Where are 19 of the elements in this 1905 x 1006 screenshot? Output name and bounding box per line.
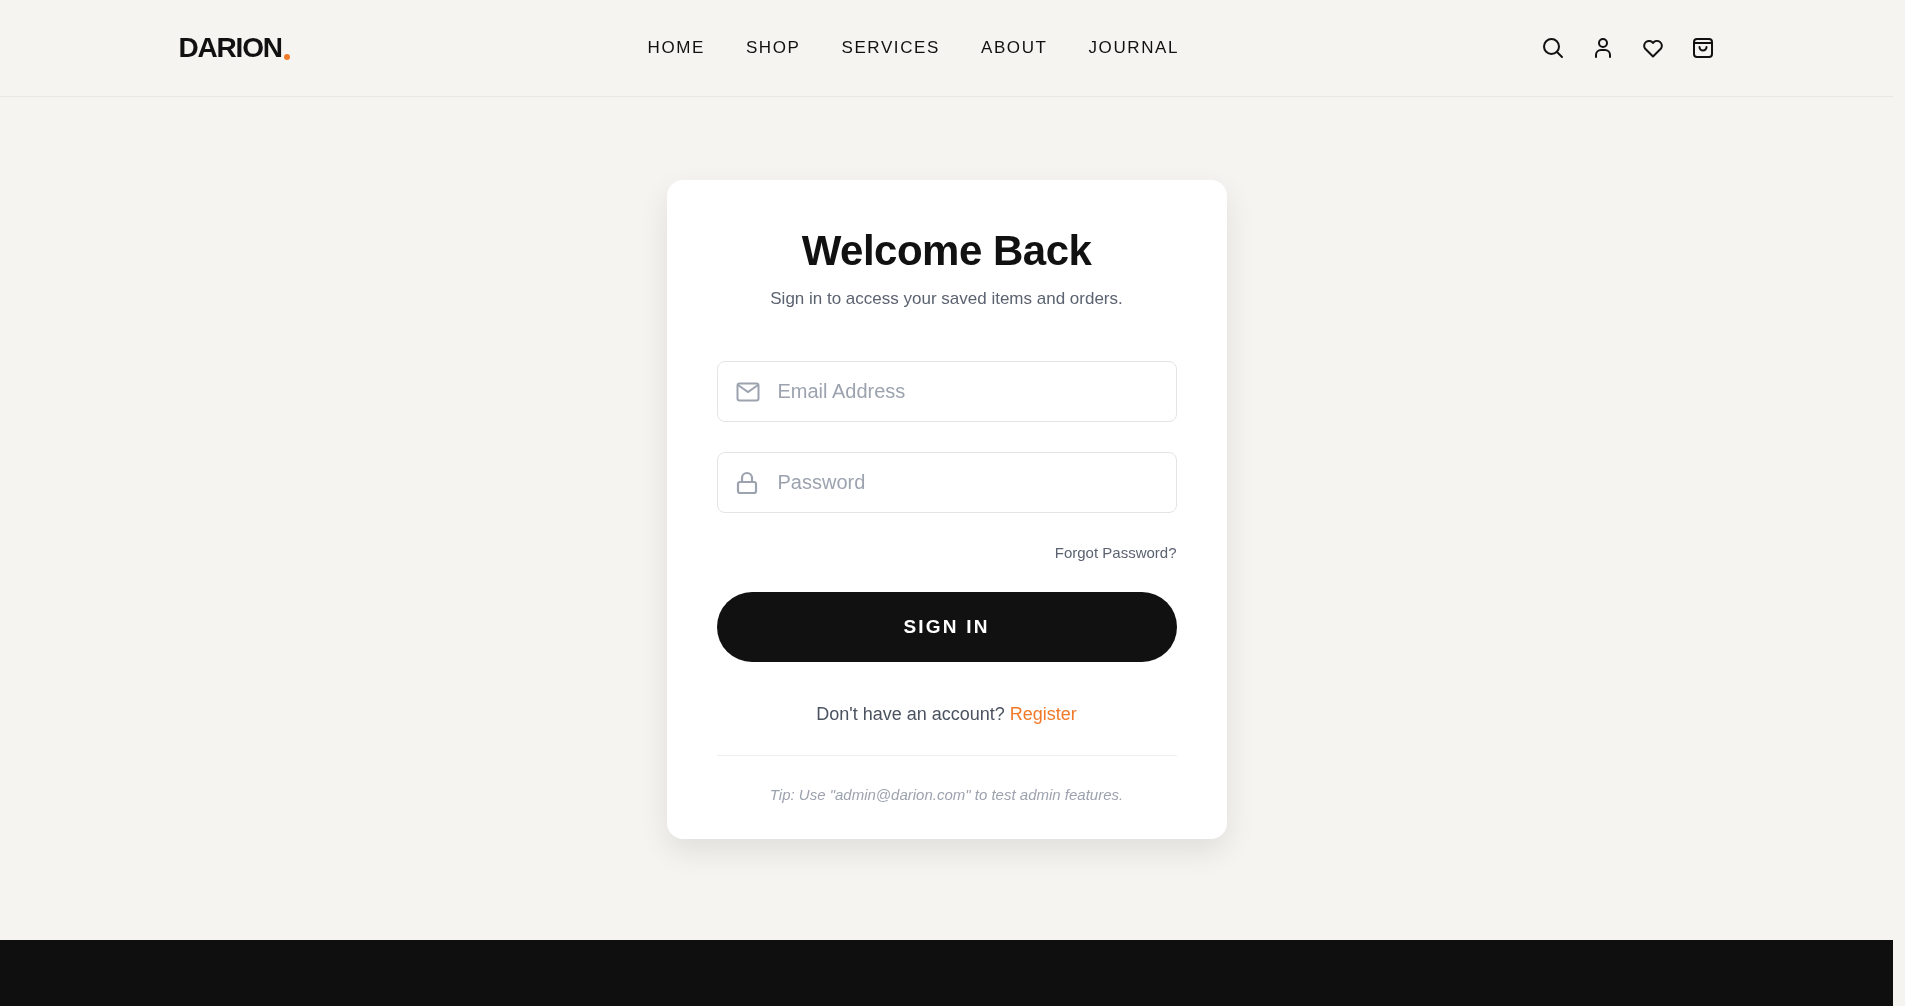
envelope-icon	[735, 381, 760, 402]
logo[interactable]: DARION	[178, 34, 282, 62]
nav-link[interactable]: SHOP	[745, 38, 801, 58]
nav-link[interactable]: JOURNAL	[1088, 38, 1180, 58]
nav-link[interactable]: ABOUT	[980, 38, 1048, 58]
card-subtitle: Sign in to access your saved items and orders.	[769, 289, 1124, 309]
sign-in-button[interactable]: SIGN IN	[716, 592, 1177, 662]
logo-dot-icon	[283, 54, 290, 60]
tip-text: Tip: Use "admin@darion.com" to test admin features.	[768, 786, 1125, 803]
register-prompt: Don't have an account? Register	[815, 704, 1078, 725]
forgot-password-link[interactable]: Forgot Password?	[1054, 544, 1177, 561]
card-title: Welcome Back	[800, 227, 1093, 275]
email-input[interactable]: Email Address	[716, 361, 1177, 422]
nav-link[interactable]: SERVICES	[841, 38, 940, 58]
password-input[interactable]: Password	[716, 452, 1177, 513]
search-icon[interactable]	[1540, 36, 1565, 60]
lock-icon	[735, 470, 758, 495]
shopping-bag-icon[interactable]	[1690, 36, 1715, 60]
nav-link[interactable]: HOME	[647, 38, 705, 58]
